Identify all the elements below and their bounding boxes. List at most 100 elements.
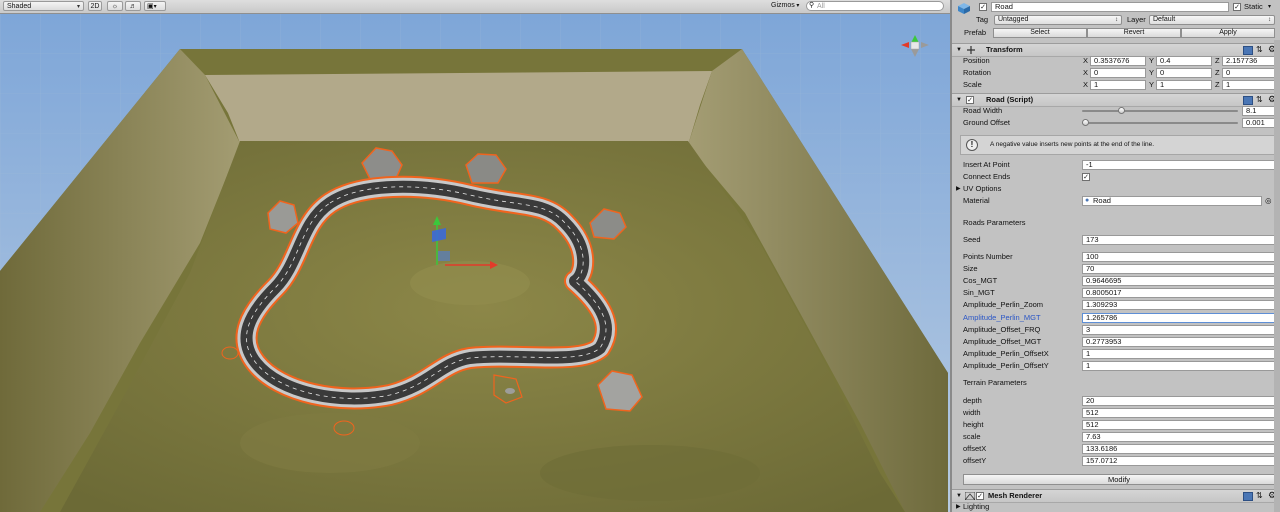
foldout-arrow-icon[interactable]: ▼ [956,45,962,55]
object-picker-icon[interactable]: ◎ [1265,196,1272,206]
position-y-field[interactable]: 0.4 [1156,56,1212,66]
foldout-arrow-icon[interactable]: ▼ [956,95,962,105]
scene-effects-dropdown[interactable]: ▣▾ [144,1,166,11]
road-script-enabled-checkbox[interactable]: ✓ [966,96,974,104]
transform-header[interactable]: ▼ Transform ⇅ ⚙ [952,43,1276,57]
scene-search-input[interactable]: ⚲ All [806,1,944,11]
layer-dropdown[interactable]: Default ↕ [1149,15,1275,25]
transform-icon [966,46,976,54]
position-z-field[interactable]: 2.157736 [1222,56,1275,66]
help-book-icon[interactable] [1243,46,1253,55]
lighting-foldout[interactable]: Lighting [963,502,989,512]
layer-label: Layer [1127,15,1146,24]
param-label: offsetX [963,444,987,453]
param-field[interactable]: 70 [1082,264,1275,275]
ground-offset-field[interactable]: 0.001 [1242,118,1275,128]
road-width-slider-track[interactable] [1082,110,1238,112]
mesh-renderer-enabled-checkbox[interactable]: ✓ [976,492,984,500]
param-field[interactable]: 1.309293 [1082,300,1275,311]
object-active-checkbox[interactable]: ✓ [979,3,987,11]
gizmos-dropdown[interactable]: Gizmos ▾ [771,1,799,11]
scale-x-field[interactable]: 1 [1090,80,1146,90]
param-field[interactable]: 1 [1082,348,1275,359]
modify-button[interactable]: Modify [963,474,1275,485]
param-field[interactable]: 7.63 [1082,432,1275,442]
inspector-panel: ✓ Road ✓ Static ▾ Tag Untagged ↕ Layer D… [950,0,1280,512]
layer-value: Default [1153,16,1176,23]
ground-offset-label: Ground Offset [963,118,1010,127]
param-field[interactable]: 0.2773953 [1082,336,1275,347]
ground-offset-slider-knob[interactable] [1082,119,1089,126]
draw-mode-dropdown[interactable]: Shaded ▾ [3,1,84,11]
speaker-icon: ♬ [129,3,137,10]
preset-icon[interactable]: ⇅ [1256,95,1263,104]
scale-y-field[interactable]: 1 [1156,80,1212,90]
mesh-renderer-title: Mesh Renderer [988,491,1043,500]
rotation-y-field[interactable]: 0 [1156,68,1212,78]
foldout-arrow-icon[interactable]: ▶ [956,184,961,194]
y-axis-label: Y [1149,80,1155,89]
param-field[interactable]: 512 [1082,420,1275,430]
param-field[interactable]: 0.9646695 [1082,276,1275,287]
param-field[interactable]: 3 [1082,324,1275,335]
param-label: scale [963,432,981,441]
preset-icon[interactable]: ⇅ [1256,45,1263,54]
scene-view[interactable]: Shaded ▾ 2D ☼ ♬ ▣▾ Gizmos ▾ ⚲ All [0,0,950,512]
ground-offset-slider-track[interactable] [1082,122,1238,124]
object-name-field[interactable]: Road [991,2,1229,12]
scale-z-field[interactable]: 1 [1222,80,1275,90]
static-checkbox[interactable]: ✓ [1233,3,1241,11]
tag-label: Tag [976,15,989,24]
static-label: Static [1244,2,1263,11]
scene-viewport[interactable] [0,13,950,512]
param-label: Amplitude_Perlin_Zoom [963,300,1044,310]
material-object-field[interactable]: ● Road [1082,196,1262,206]
mesh-renderer-header[interactable]: ▼ ✓ Mesh Renderer ⇅ ⚙ [952,489,1276,503]
scene-lighting-button[interactable]: ☼ [107,1,123,11]
prefab-apply-button[interactable]: Apply [1181,28,1275,38]
param-label: offsetY [963,456,987,465]
help-book-icon[interactable] [1243,492,1253,501]
param-label: Sin_MGT [963,288,995,298]
foldout-arrow-icon[interactable]: ▼ [956,491,962,501]
inspector-scrollbar[interactable] [1274,40,1280,512]
chevron-down-icon: ▾ [76,4,80,10]
param-field[interactable]: 512 [1082,408,1275,418]
chevron-down-icon: ↕ [1115,17,1118,23]
uv-options-foldout[interactable]: UV Options [963,184,1001,194]
position-x-field[interactable]: 0.3537676 [1090,56,1146,66]
terrain-bump [240,413,420,473]
rotation-x-field[interactable]: 0 [1090,68,1146,78]
param-field[interactable]: 1.265786 [1082,312,1275,323]
x-axis-label: X [1083,56,1089,65]
road-width-slider-knob[interactable] [1117,107,1125,114]
param-field[interactable]: 20 [1082,396,1275,406]
param-field[interactable]: 100 [1082,252,1275,262]
scene-audio-button[interactable]: ♬ [125,1,141,11]
rotation-z-field[interactable]: 0 [1222,68,1275,78]
z-axis-label: Z [1215,56,1220,65]
roads-parameters-header: Roads Parameters [963,218,1026,227]
param-label: depth [963,396,982,405]
material-value: Road [1093,196,1111,205]
param-field[interactable]: 0.8005017 [1082,288,1275,299]
preset-icon[interactable]: ⇅ [1256,491,1263,500]
tag-dropdown[interactable]: Untagged ↕ [994,15,1122,25]
transform-title: Transform [986,45,1023,54]
prefab-revert-button[interactable]: Revert [1087,28,1181,38]
param-field[interactable]: 133.6186 [1082,444,1275,454]
chevron-down-icon[interactable]: ▾ [1268,2,1271,12]
insert-at-point-field[interactable]: -1 [1082,160,1275,170]
help-book-icon[interactable] [1243,96,1253,105]
rotation-label: Rotation [963,68,991,77]
param-field[interactable]: 1 [1082,360,1275,371]
connect-ends-checkbox[interactable]: ✓ [1082,173,1090,181]
road-width-field[interactable]: 8.1 [1242,106,1275,116]
2d-toggle-button[interactable]: 2D [88,1,102,11]
2d-label: 2D [90,3,100,10]
road-script-header[interactable]: ▼ ✓ Road (Script) ⇅ ⚙ [952,93,1276,107]
seed-field[interactable]: 173 [1082,235,1275,245]
prefab-select-button[interactable]: Select [993,28,1087,38]
foldout-arrow-icon[interactable]: ▶ [956,502,961,512]
param-field[interactable]: 157.0712 [1082,456,1275,466]
